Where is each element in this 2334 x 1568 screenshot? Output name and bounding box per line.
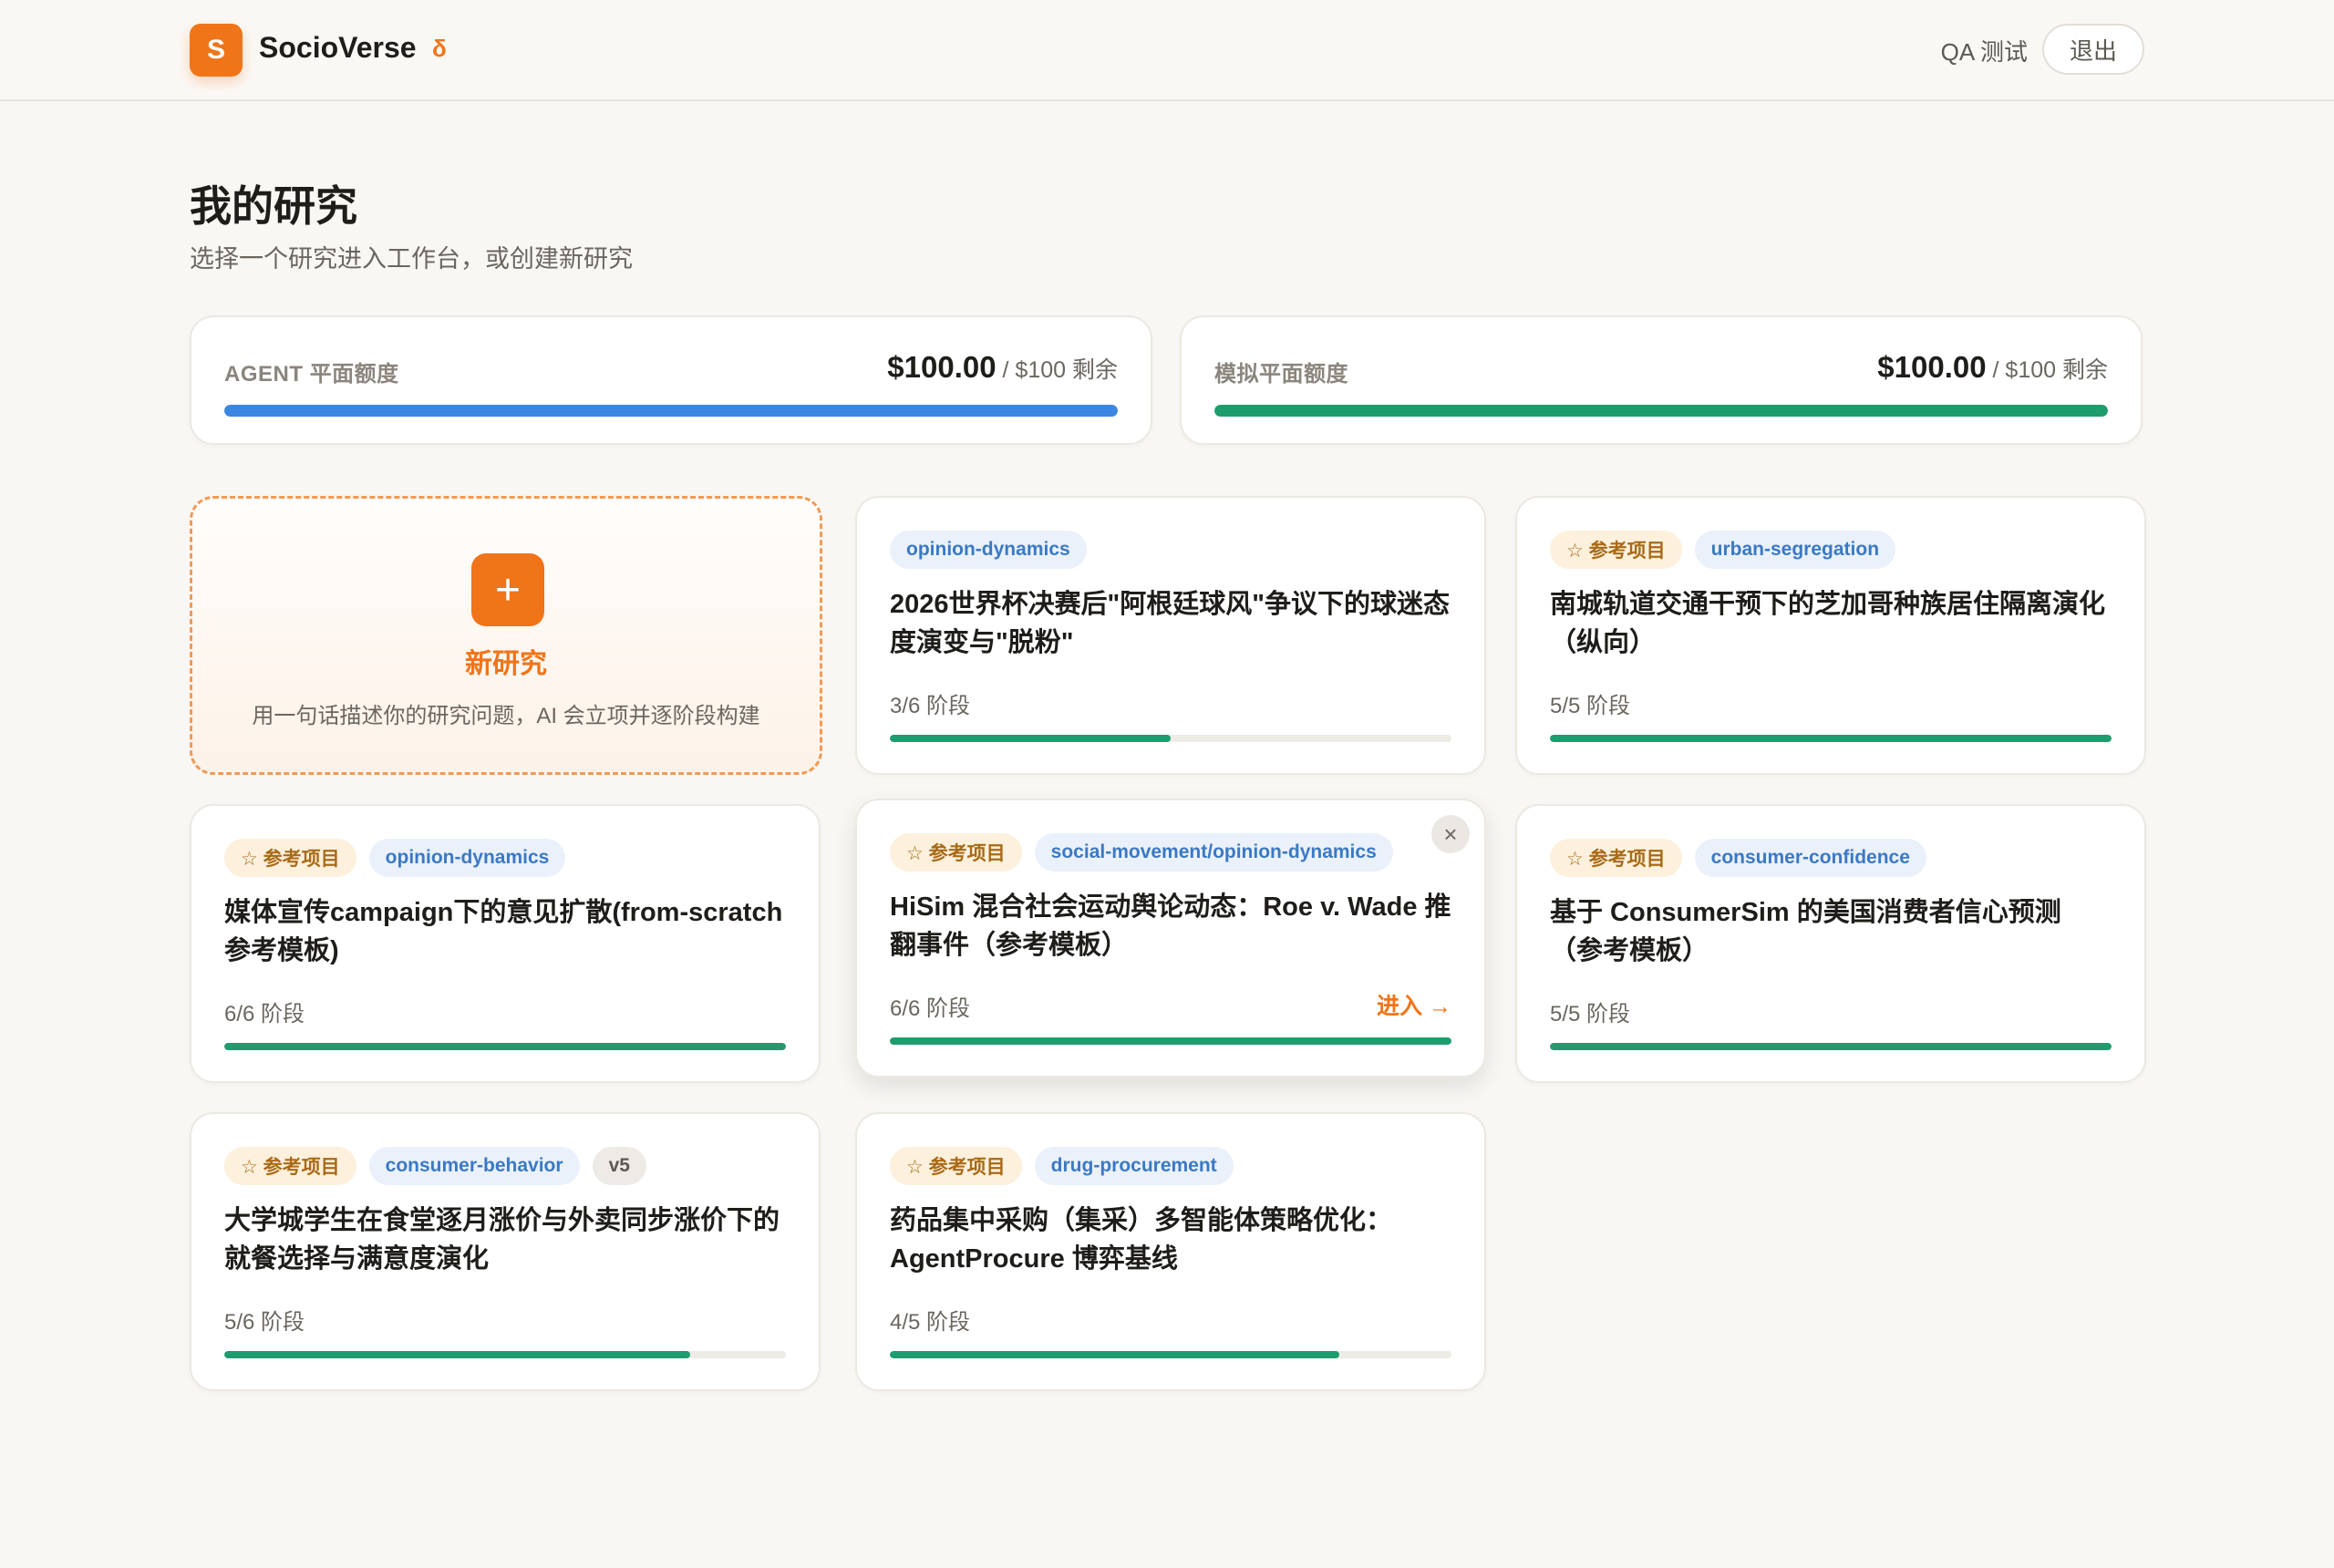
project-tags: ☆ 参考项目 consumer-confidence: [1550, 839, 1926, 877]
project-title: 媒体宣传campaign下的意见扩散(from-scratch 参考模板): [224, 898, 783, 965]
quota-progress-bar: [1214, 405, 2108, 417]
project-card[interactable]: ☆ 参考项目 drug-procurement 药品集中采购（集采）多智能体策略优化…: [855, 1112, 1486, 1391]
project-card[interactable]: ☆ 参考项目 urban-segregation 南城轨道交通干预下的芝加哥种族居住…: [1515, 496, 2146, 775]
topic-tag: consumer-behavior: [368, 1147, 580, 1185]
logout-button[interactable]: 退出: [2042, 24, 2144, 75]
topic-tag: consumer-confidence: [1694, 839, 1926, 877]
project-progress-fill: [890, 1351, 1339, 1358]
project-progress-fill: [224, 1351, 691, 1358]
topic-tag: social-movement/opinion-dynamics: [1034, 833, 1393, 872]
app-version-badge: δ: [432, 35, 447, 62]
project-progress-bar: [890, 735, 1451, 742]
agent-quota-card: AGENT 平面额度 $100.00 / $100 剩余: [190, 315, 1152, 445]
reference-badge: ☆ 参考项目: [890, 1147, 1022, 1185]
project-tags: opinion-dynamics: [890, 531, 1087, 569]
project-title: 南城轨道交通干预下的芝加哥种族居住隔离演化（纵向）: [1550, 590, 2106, 657]
quota-suffix: / $100 剩余: [1986, 357, 2108, 383]
quota-suffix: / $100 剩余: [996, 357, 1118, 383]
project-tags: ☆ 参考项目 urban-segregation: [1550, 531, 1896, 569]
top-bar: S SocioVerse δ QA 测试 退出: [0, 0, 2334, 101]
project-stage: 5/5 阶段: [1550, 1002, 1631, 1026]
quota-amount: $100.00: [887, 350, 997, 384]
reference-badge: ☆ 参考项目: [224, 839, 356, 877]
new-research-description: 用一句话描述你的研究问题，AI 会立项并逐阶段构建: [252, 704, 760, 728]
reference-badge: ☆ 参考项目: [890, 833, 1022, 872]
topic-tag: opinion-dynamics: [368, 839, 566, 877]
enter-link[interactable]: 进入 →: [1377, 988, 1451, 1021]
project-progress-bar: [1550, 735, 2112, 742]
project-stage: 5/6 阶段: [224, 1310, 305, 1335]
project-tags: ☆ 参考项目 drug-procurement: [890, 1147, 1234, 1185]
project-progress-bar: [224, 1043, 786, 1050]
user-name: QA 测试: [1940, 38, 2028, 66]
project-progress-bar: [890, 1351, 1451, 1358]
project-progress-fill: [890, 1037, 1451, 1045]
topic-tag: drug-procurement: [1034, 1147, 1234, 1185]
project-tags: ☆ 参考项目 social-movement/opinion-dynamics: [890, 833, 1393, 872]
topic-tag: urban-segregation: [1694, 531, 1896, 569]
project-title: 大学城学生在食堂逐月涨价与外卖同步涨价下的就餐选择与满意度演化: [224, 1206, 780, 1274]
plus-icon: +: [471, 553, 544, 626]
reference-badge: ☆ 参考项目: [224, 1147, 356, 1185]
quota-label: AGENT 平面额度: [224, 362, 399, 387]
page-subtitle: 选择一个研究进入工作台，或创建新研究: [190, 245, 633, 273]
quota-label: 模拟平面额度: [1214, 362, 1348, 387]
project-stage: 6/6 阶段: [890, 996, 971, 1021]
project-card[interactable]: ☆ 参考项目 consumer-behavior v5 大学城学生在食堂逐月涨价与外卖…: [190, 1112, 821, 1391]
new-research-card[interactable]: + 新研究 用一句话描述你的研究问题，AI 会立项并逐阶段构建: [190, 496, 822, 775]
reference-badge: ☆ 参考项目: [1550, 531, 1682, 569]
project-progress-bar: [224, 1351, 786, 1358]
project-progress-bar: [1550, 1043, 2112, 1050]
project-card[interactable]: opinion-dynamics 2026世界杯决赛后"阿根廷球风"争议下的球迷态…: [855, 496, 1486, 775]
quota-value: $100.00 / $100 剩余: [887, 350, 1118, 385]
project-progress-fill: [224, 1043, 786, 1050]
project-title: 药品集中采购（集采）多智能体策略优化：AgentProcure 博弈基线: [890, 1206, 1393, 1274]
project-stage: 4/5 阶段: [890, 1310, 971, 1335]
project-stage: 5/5 阶段: [1550, 694, 1631, 718]
quota-progress-bar: [224, 405, 1118, 417]
quota-amount: $100.00: [1877, 350, 1987, 384]
project-title: 基于 ConsumerSim 的美国消费者信心预测（参考模板）: [1550, 898, 2061, 965]
version-tag: v5: [592, 1147, 646, 1185]
close-icon[interactable]: ×: [1431, 815, 1470, 853]
page-title: 我的研究: [190, 182, 357, 230]
project-card[interactable]: ☆ 参考项目 social-movement/opinion-dynamics Hi…: [855, 799, 1486, 1078]
project-title: 2026世界杯决赛后"阿根廷球风"争议下的球迷态度演变与"脱粉": [890, 590, 1451, 657]
simulation-quota-card: 模拟平面额度 $100.00 / $100 剩余: [1180, 315, 2143, 445]
project-stage: 6/6 阶段: [224, 1002, 305, 1026]
project-progress-fill: [1550, 735, 2112, 742]
project-stage: 3/6 阶段: [890, 694, 971, 718]
project-tags: ☆ 参考项目 opinion-dynamics: [224, 839, 566, 877]
project-title: HiSim 混合社会运动舆论动态：Roe v. Wade 推翻事件（参考模板）: [890, 892, 1451, 960]
project-progress-bar: [890, 1037, 1451, 1045]
app-name[interactable]: SocioVerse: [259, 31, 417, 65]
project-progress-fill: [1550, 1043, 2112, 1050]
project-progress-fill: [890, 735, 1171, 742]
project-card[interactable]: ☆ 参考项目 opinion-dynamics 媒体宣传campaign下的意见扩散…: [190, 804, 821, 1083]
new-research-title: 新研究: [465, 649, 547, 679]
app-logo[interactable]: S: [190, 24, 243, 77]
quota-value: $100.00 / $100 剩余: [1877, 350, 2108, 385]
project-card[interactable]: ☆ 参考项目 consumer-confidence 基于 ConsumerSim …: [1515, 804, 2146, 1083]
quota-progress-fill: [1214, 405, 2108, 417]
reference-badge: ☆ 参考项目: [1550, 839, 1682, 877]
project-tags: ☆ 参考项目 consumer-behavior v5: [224, 1147, 646, 1185]
quota-progress-fill: [224, 405, 1118, 417]
topic-tag: opinion-dynamics: [890, 531, 1087, 569]
